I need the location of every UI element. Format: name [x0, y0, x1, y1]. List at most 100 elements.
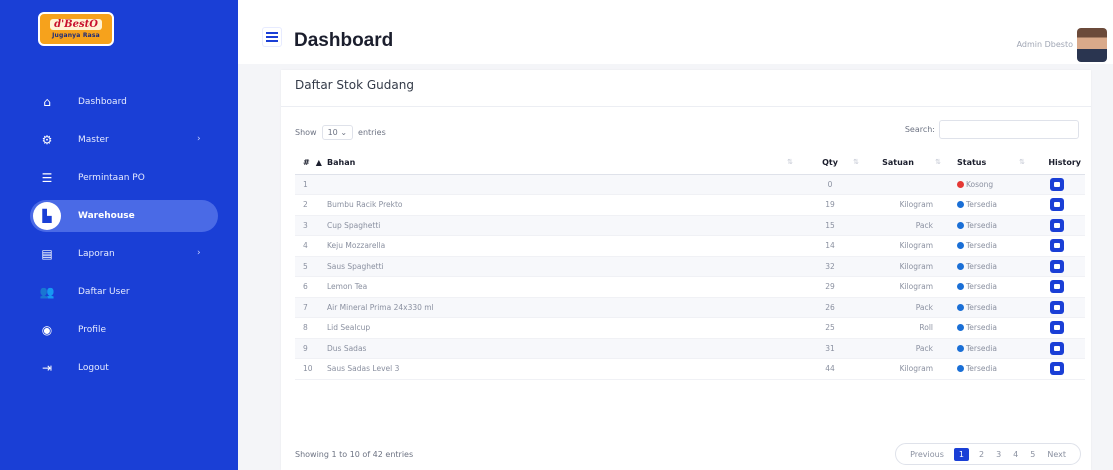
page-button-2[interactable]: 2: [979, 450, 984, 459]
user-circle-icon: ◉: [41, 323, 53, 337]
cell-satuan: Kilogram: [863, 194, 945, 216]
cell-no: 6: [295, 276, 327, 298]
cell-history: [1029, 215, 1085, 236]
user-name[interactable]: Admin Dbesto: [1017, 40, 1073, 49]
sidebar-item-master[interactable]: ⚙ Master ›: [0, 124, 238, 156]
cell-bahan: Air Mineral Prima 24x330 ml: [327, 297, 797, 318]
sidebar-item-profile[interactable]: ◉ Profile: [0, 314, 238, 346]
entries-select[interactable]: 10 ⌄: [321, 125, 354, 140]
table-row: 6 Lemon Tea 29 Kilogram Tersedia: [295, 276, 1085, 298]
page-button-3[interactable]: 3: [996, 450, 1001, 459]
previous-button[interactable]: Previous: [910, 450, 944, 459]
sidebar-item-label: Warehouse: [78, 211, 135, 221]
status-badge: Tersedia: [966, 200, 997, 210]
cell-satuan: Kilogram: [863, 358, 945, 380]
cell-satuan: Kilogram: [863, 235, 945, 257]
col-header-history[interactable]: History: [1029, 152, 1085, 175]
col-header-status[interactable]: Status ⇅: [945, 152, 1029, 175]
history-button[interactable]: [1050, 218, 1064, 232]
cell-bahan: Bumbu Racik Prekto: [327, 194, 797, 216]
sidebar-item-logout[interactable]: ⇥ Logout: [0, 352, 238, 384]
table-info: Showing 1 to 10 of 42 entries: [295, 450, 414, 459]
sidebar-item-daftar-user[interactable]: 👥 Daftar User: [0, 276, 238, 308]
status-badge: Tersedia: [966, 282, 997, 292]
status-badge: Tersedia: [966, 343, 997, 353]
history-button[interactable]: [1050, 259, 1064, 273]
cell-bahan: Cup Spaghetti: [327, 215, 797, 236]
sidebar: d'BestO Juganya Rasa ⌂ Dashboard ⚙ Master › ☰…: [0, 0, 238, 470]
table-row: 1 0 Kosong: [295, 174, 1085, 195]
sort-icon: ⇅: [935, 158, 941, 166]
search-input[interactable]: [939, 120, 1079, 139]
warehouse-icon: ▙: [33, 202, 61, 230]
divider: [281, 106, 1091, 107]
pagination: Previous 1 2 3 4 5 Next: [895, 443, 1081, 465]
history-button[interactable]: [1050, 239, 1064, 253]
cell-history: [1029, 256, 1085, 277]
cell-satuan: Pack: [863, 215, 945, 236]
page-button-1[interactable]: 1: [953, 447, 969, 461]
cell-no: 9: [295, 338, 327, 359]
cell-status: Tersedia: [945, 256, 1029, 277]
cell-qty: 29: [797, 276, 863, 298]
history-button[interactable]: [1050, 341, 1064, 355]
cell-status: Tersedia: [945, 235, 1029, 257]
cell-no: 10: [295, 358, 327, 380]
cell-satuan: Pack: [863, 297, 945, 318]
cell-bahan: Lid Sealcup: [327, 317, 797, 339]
status-dot-icon: [957, 221, 964, 229]
page-button-5[interactable]: 5: [1030, 450, 1035, 459]
cell-history: [1029, 358, 1085, 380]
next-button[interactable]: Next: [1047, 450, 1066, 459]
col-header-qty[interactable]: Qty ⇅: [797, 152, 863, 175]
cell-bahan: Lemon Tea: [327, 276, 797, 298]
stock-card: Daftar Stok Gudang Show 10 ⌄ entries Sea…: [281, 70, 1091, 470]
sidebar-item-warehouse[interactable]: ▙ Warehouse: [0, 200, 238, 232]
status-dot-icon: [957, 262, 964, 270]
history-button[interactable]: [1050, 177, 1064, 191]
cell-history: [1029, 338, 1085, 359]
col-header-satuan[interactable]: Satuan ⇅: [863, 152, 945, 175]
sidebar-item-laporan[interactable]: ▤ Laporan ›: [0, 238, 238, 270]
history-button[interactable]: [1050, 321, 1064, 335]
page-button-4[interactable]: 4: [1013, 450, 1018, 459]
history-button[interactable]: [1050, 198, 1064, 212]
cell-bahan: Saus Sadas Level 3: [327, 358, 797, 380]
menu-toggle-icon[interactable]: [262, 27, 282, 47]
status-badge: Kosong: [966, 179, 994, 189]
status-dot-icon: [957, 324, 964, 332]
cell-status: Tersedia: [945, 358, 1029, 380]
cell-satuan: Kilogram: [863, 256, 945, 277]
brand-name: d'BestO: [50, 19, 102, 30]
cell-status: Tersedia: [945, 317, 1029, 339]
sidebar-item-dashboard[interactable]: ⌂ Dashboard: [0, 86, 238, 118]
app-frame: d'BestO Juganya Rasa ⌂ Dashboard ⚙ Master › ☰…: [0, 0, 1113, 470]
avatar[interactable]: [1077, 28, 1107, 62]
brand-logo[interactable]: d'BestO Juganya Rasa: [38, 12, 114, 46]
col-header-no[interactable]: # ▲: [295, 152, 327, 175]
cell-qty: 31: [797, 338, 863, 359]
sort-asc-icon: ▲: [315, 158, 322, 168]
col-header-bahan[interactable]: Bahan ⇅: [327, 152, 797, 175]
home-icon: ⌂: [43, 95, 51, 109]
sidebar-item-label: Daftar User: [78, 287, 130, 297]
history-button[interactable]: [1050, 280, 1064, 294]
cell-bahan: [327, 174, 797, 195]
chevron-right-icon: ›: [197, 248, 201, 258]
sidebar-item-permintaan-po[interactable]: ☰ Permintaan PO: [0, 162, 238, 194]
search-label: Search:: [904, 125, 935, 134]
cell-qty: 14: [797, 235, 863, 257]
page-title: Dashboard: [294, 30, 394, 51]
status-dot-icon: [957, 201, 964, 209]
history-button[interactable]: [1050, 362, 1064, 376]
sort-icon: ⇅: [1019, 158, 1025, 166]
status-dot-icon: [957, 180, 964, 188]
card-title: Daftar Stok Gudang: [295, 78, 414, 92]
history-button[interactable]: [1050, 300, 1064, 314]
entries-label: entries: [358, 128, 386, 137]
table-row: 5 Saus Spaghetti 32 Kilogram Tersedia: [295, 256, 1085, 277]
cell-qty: 0: [797, 174, 863, 195]
sidebar-menu: ⌂ Dashboard ⚙ Master › ☰ Permintaan PO ▙ Warehou…: [0, 86, 238, 390]
logout-icon: ⇥: [41, 361, 53, 375]
users-icon: 👥: [39, 285, 55, 299]
